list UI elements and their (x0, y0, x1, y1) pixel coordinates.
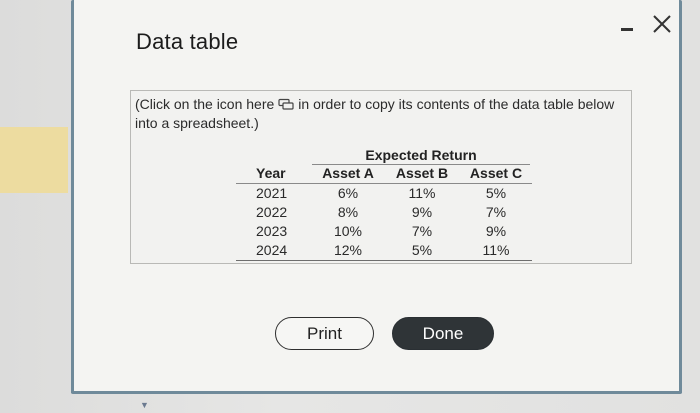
group-header: Expected Return (312, 146, 530, 165)
year-cell: 2022 (256, 204, 288, 220)
year-cell: 2024 (256, 242, 288, 258)
asset-a-cell: 10% (333, 223, 363, 239)
column-headers: Year Asset A Asset B Asset C (236, 164, 532, 184)
asset-c-cell: 9% (485, 223, 507, 239)
asset-a-cell: 6% (337, 185, 359, 201)
table-row: 2023 10% 7% 9% (236, 222, 532, 241)
asset-b-cell: 9% (411, 204, 433, 220)
background-highlight (0, 127, 68, 193)
instruction-text: (Click on the icon here in order to copy … (135, 95, 629, 133)
asset-a-cell: 8% (337, 204, 359, 220)
asset-c-cell: 5% (485, 185, 507, 201)
close-icon[interactable] (651, 10, 673, 36)
data-table-dialog: Data table (Click on the icon here in ord… (71, 0, 682, 394)
dialog-title: Data table (136, 29, 239, 54)
copy-icon[interactable] (278, 96, 294, 110)
table-row: 2021 6% 11% 5% (236, 184, 532, 203)
asset-b-cell: 11% (408, 185, 436, 201)
asset-b-cell: 7% (411, 223, 433, 239)
asset-a-cell: 12% (333, 242, 363, 258)
done-button[interactable]: Done (392, 317, 494, 350)
year-cell: 2021 (256, 185, 288, 201)
year-cell: 2023 (256, 223, 288, 239)
asset-c-cell: 7% (485, 204, 507, 220)
print-button[interactable]: Print (275, 317, 374, 350)
table-row: 2022 8% 9% 7% (236, 203, 532, 222)
minimize-icon[interactable] (619, 14, 635, 36)
column-header-asset-a: Asset A (322, 165, 374, 181)
column-header-year: Year (256, 165, 286, 181)
dropdown-arrow-icon: ▼ (140, 400, 149, 410)
asset-c-cell: 11% (482, 242, 510, 258)
table-body: 2021 6% 11% 5% 2022 8% 9% 7% 2023 10% 7%… (236, 184, 532, 261)
table-row: 2024 12% 5% 11% (236, 241, 532, 260)
instruction-before-icon: (Click on the icon here (135, 96, 275, 112)
data-table-box: (Click on the icon here in order to copy … (130, 90, 632, 264)
asset-b-cell: 5% (411, 242, 433, 258)
column-header-asset-b: Asset B (395, 165, 449, 181)
column-header-asset-c: Asset C (469, 165, 523, 181)
